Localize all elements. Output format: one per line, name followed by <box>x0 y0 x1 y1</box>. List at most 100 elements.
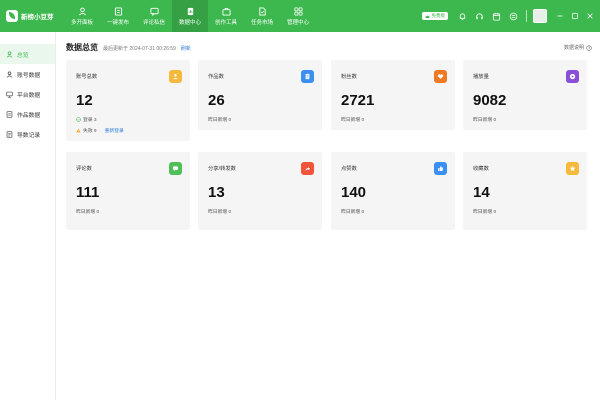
star-icon <box>566 162 579 175</box>
refresh-link[interactable]: 刷新 <box>181 45 191 52</box>
share-icon <box>301 162 314 175</box>
crown-icon <box>425 14 430 19</box>
data-icon <box>186 7 195 16</box>
yesterday-new: 昨日新增 0 <box>208 118 232 123</box>
nav-publish[interactable]: 一键发布 <box>100 0 136 32</box>
task-icon <box>258 6 267 16</box>
plan-badge[interactable]: 免费版 <box>421 12 448 20</box>
sidebar-item-label: 账号数据 <box>17 72 41 79</box>
person-icon <box>169 70 182 83</box>
card-value: 13 <box>208 184 225 201</box>
page-title: 数据总览 <box>66 43 98 52</box>
check-circle-icon <box>76 117 81 122</box>
expired-count: 失效 9 <box>83 129 97 134</box>
sidebar-item-label: 导数记录 <box>17 132 41 139</box>
sidebar-item-platform-data[interactable]: 平台数据 <box>0 84 55 104</box>
account-icon <box>6 70 13 78</box>
platform-icon <box>6 91 13 98</box>
grid-icon <box>293 6 303 16</box>
stat-card-fans: 粉丝数 2721 昨日新增 0 <box>331 60 455 130</box>
minimize-icon[interactable] <box>555 12 564 21</box>
app-name: 新榜小豆芽 <box>21 14 54 21</box>
nav-label: 多开面板 <box>70 19 93 26</box>
top-bar: 新榜小豆芽 多开面板 一键发布 评论私信 数据中心 创作工具 任务市场 管理中心… <box>0 0 600 32</box>
sidebar-item-export-records[interactable]: 导数记录 <box>0 124 55 144</box>
avatar[interactable] <box>533 9 547 23</box>
record-icon <box>6 130 13 138</box>
nav-label: 数据中心 <box>178 19 201 26</box>
main-content: 数据总览 最后更新于 2024-07-31 00:26:59 刷新 数据说明 账… <box>56 32 600 400</box>
card-label: 分享/转发数 <box>208 166 236 172</box>
maximize-icon[interactable] <box>570 12 579 21</box>
bell-icon[interactable] <box>458 12 467 21</box>
nav-label: 一键发布 <box>106 19 129 26</box>
nav-multi-open[interactable]: 多开面板 <box>64 0 100 32</box>
brand: 新榜小豆芽 <box>0 10 64 22</box>
stat-card-shares: 分享/转发数 13 昨日新增 0 <box>198 152 322 230</box>
card-value: 111 <box>76 184 100 201</box>
yesterday-new: 昨日新增 0 <box>76 210 100 215</box>
card-label: 作品数 <box>208 74 224 80</box>
card-label: 收藏数 <box>473 166 489 172</box>
yesterday-new: 昨日新增 0 <box>473 210 497 215</box>
nav-manage[interactable]: 管理中心 <box>280 0 316 32</box>
stat-card-likes: 点赞数 140 昨日新增 0 <box>331 152 455 230</box>
more-icon[interactable] <box>509 12 518 21</box>
user-icon <box>78 7 87 16</box>
nav-label: 管理中心 <box>286 19 309 26</box>
yesterday-new: 昨日新增 0 <box>341 210 365 215</box>
tools-icon <box>221 7 231 16</box>
sidebar: 总览 账号数据 平台数据 作品数据 导数记录 <box>0 32 56 400</box>
chat-icon <box>149 7 159 16</box>
top-right-tools: 免费版 <box>421 0 600 32</box>
sidebar-item-overview[interactable]: 总览 <box>0 44 55 64</box>
logged-in-count: 登录 3 <box>83 118 97 123</box>
card-label: 播放量 <box>473 74 489 80</box>
comment-icon <box>169 162 182 175</box>
heart-icon <box>434 70 447 83</box>
yesterday-new: 昨日新增 0 <box>208 210 232 215</box>
data-help-link[interactable]: 数据说明 <box>564 44 592 51</box>
card-value: 2721 <box>341 92 375 109</box>
publish-icon <box>114 6 123 16</box>
help-label: 数据说明 <box>563 45 584 51</box>
stat-card-accounts: 账号总数 12 登录 3 失效 9 重新登录 <box>66 60 190 141</box>
stat-card-works: 作品数 26 昨日新增 0 <box>198 60 322 130</box>
sidebar-item-works-data[interactable]: 作品数据 <box>0 104 55 124</box>
card-value: 9082 <box>473 92 507 109</box>
nav-tasks[interactable]: 任务市场 <box>244 0 280 32</box>
thumbs-up-icon <box>434 162 447 175</box>
user-icon <box>6 50 13 58</box>
logged-in-status: 登录 3 <box>76 116 97 123</box>
page-header: 数据总览 最后更新于 2024-07-31 00:26:59 刷新 <box>66 42 191 53</box>
calendar-icon[interactable] <box>492 12 501 21</box>
yesterday-new: 昨日新增 0 <box>473 118 497 123</box>
nav-label: 评论私信 <box>142 19 165 26</box>
stat-card-comments: 评论数 111 昨日新增 0 <box>66 152 190 230</box>
yesterday-new: 昨日新增 0 <box>341 118 365 123</box>
play-icon <box>566 70 579 83</box>
sprout-logo-icon <box>6 10 18 22</box>
nav-label: 创作工具 <box>214 19 237 26</box>
card-label: 账号总数 <box>76 74 98 80</box>
close-icon[interactable] <box>585 12 594 21</box>
nav-tools[interactable]: 创作工具 <box>208 0 244 32</box>
last-updated-text: 最后更新于 2024-07-31 00:26:59 <box>103 46 176 52</box>
relogin-link[interactable]: 重新登录 <box>105 127 124 134</box>
card-value: 14 <box>473 184 490 201</box>
plan-label: 免费版 <box>431 13 446 18</box>
warning-icon <box>76 128 81 133</box>
card-label: 评论数 <box>76 166 92 172</box>
sidebar-item-label: 平台数据 <box>17 92 41 99</box>
sidebar-item-label: 作品数据 <box>17 112 41 119</box>
headset-icon[interactable] <box>475 12 484 21</box>
card-value: 12 <box>76 92 93 109</box>
sidebar-item-label: 总览 <box>17 52 29 59</box>
document-icon <box>301 70 314 83</box>
nav-comments[interactable]: 评论私信 <box>136 0 172 32</box>
main-nav: 多开面板 一键发布 评论私信 数据中心 创作工具 任务市场 管理中心 <box>64 0 316 32</box>
nav-data-center[interactable]: 数据中心 <box>172 0 208 32</box>
sidebar-item-account-data[interactable]: 账号数据 <box>0 64 55 84</box>
divider <box>526 10 527 22</box>
card-value: 140 <box>341 184 367 201</box>
